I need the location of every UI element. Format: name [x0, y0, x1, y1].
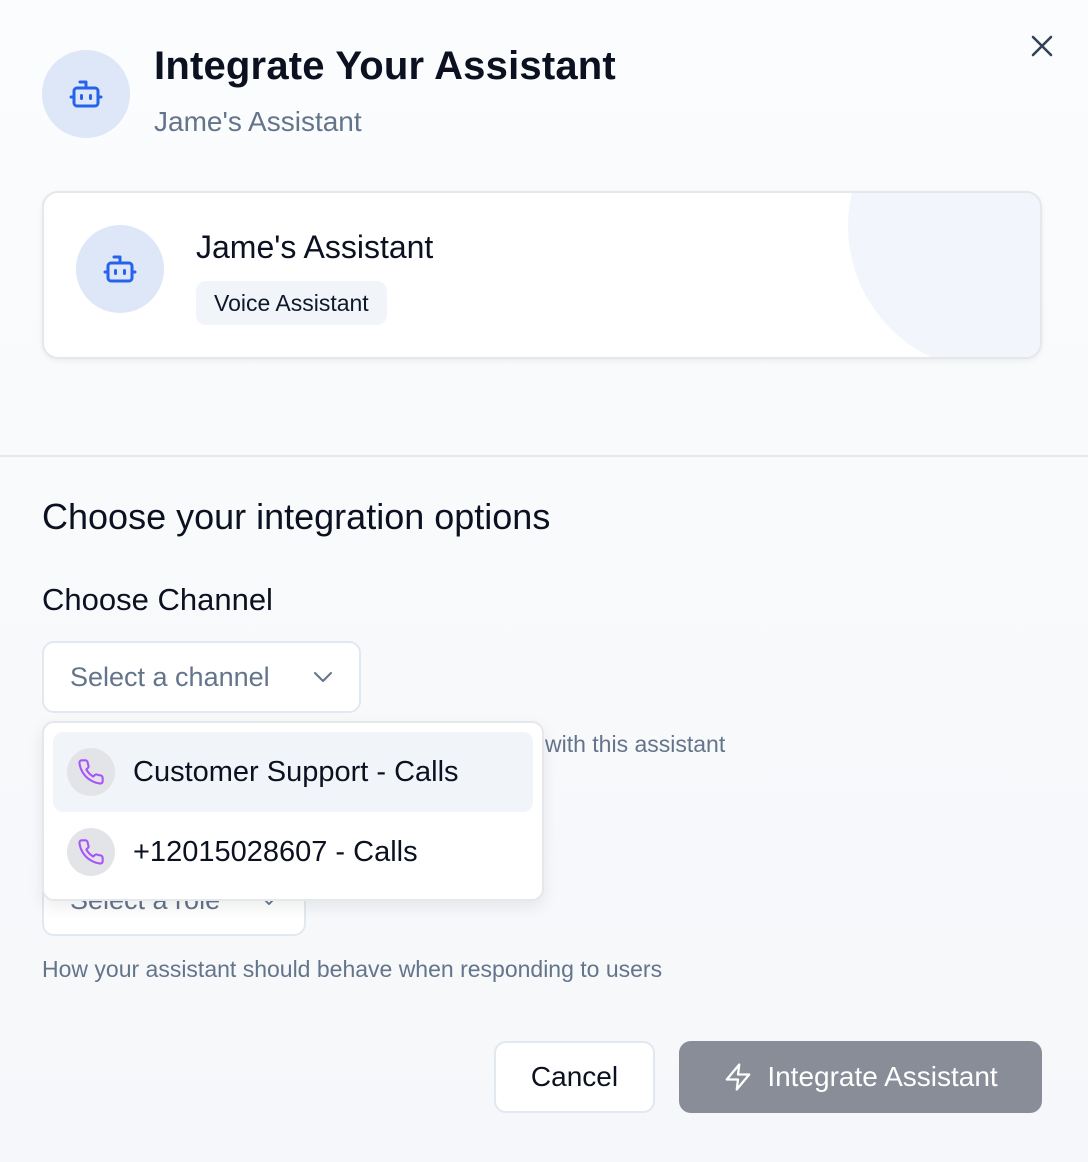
- phone-icon: [67, 828, 115, 876]
- integrate-assistant-button[interactable]: Integrate Assistant: [679, 1041, 1042, 1113]
- close-icon: [1031, 35, 1053, 57]
- header-avatar: [42, 50, 130, 138]
- channel-option[interactable]: +12015028607 - Calls: [53, 812, 533, 892]
- assistant-name: Jame's Assistant: [196, 229, 434, 265]
- chevron-down-icon: [314, 672, 332, 682]
- lightning-icon: [725, 1063, 751, 1091]
- channel-select-placeholder: Select a channel: [70, 661, 270, 692]
- phone-icon: [67, 748, 115, 796]
- card-avatar: [76, 225, 164, 313]
- card-decoration: [848, 193, 1040, 357]
- section-divider: [0, 455, 1088, 457]
- role-helper-text: How your assistant should behave when re…: [42, 956, 663, 982]
- assistant-type-badge: Voice Assistant: [196, 281, 387, 325]
- channel-option-label: +12015028607 - Calls: [133, 835, 418, 868]
- channel-dropdown: Customer Support - Calls +12015028607 - …: [42, 721, 544, 901]
- channel-select[interactable]: Select a channel: [42, 641, 361, 713]
- assistant-card: Jame's Assistant Voice Assistant: [42, 191, 1042, 359]
- cancel-button[interactable]: Cancel: [494, 1041, 655, 1113]
- modal-subtitle: Jame's Assistant: [154, 106, 362, 137]
- channel-option[interactable]: Customer Support - Calls: [53, 732, 533, 812]
- bot-icon: [103, 255, 137, 283]
- bot-icon: [69, 80, 103, 108]
- modal-title: Integrate Your Assistant: [154, 44, 616, 88]
- close-button[interactable]: [1026, 30, 1058, 62]
- channel-label: Choose Channel: [42, 582, 273, 617]
- section-title: Choose your integration options: [42, 496, 551, 537]
- integrate-button-label: Integrate Assistant: [767, 1061, 998, 1092]
- channel-option-label: Customer Support - Calls: [133, 755, 459, 788]
- integrate-assistant-modal: Integrate Your Assistant Jame's Assistan…: [0, 0, 1088, 1162]
